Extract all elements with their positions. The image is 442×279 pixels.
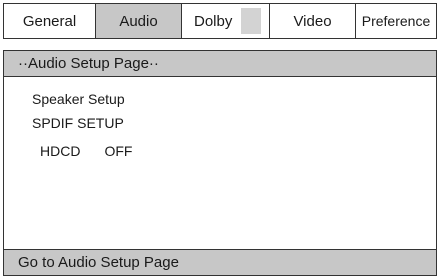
hdcd-row[interactable]: HDCD OFF [40, 143, 132, 159]
hdcd-label: HDCD [40, 143, 81, 159]
hdcd-value[interactable]: OFF [104, 143, 132, 159]
tab-dolby-label: Dolby [194, 12, 233, 30]
panel-header: ··Audio Setup Page·· [4, 51, 436, 77]
tab-preference[interactable]: Preference [356, 4, 436, 38]
tab-audio-label: Audio [119, 12, 158, 30]
tab-general[interactable]: General [4, 4, 96, 38]
tab-bar: General Audio Dolby Video Preference [3, 3, 437, 39]
menu-item-speaker-setup[interactable]: Speaker Setup [32, 91, 125, 107]
audio-setup-panel: ··Audio Setup Page·· Speaker Setup SPDIF… [3, 50, 437, 276]
tab-general-label: General [22, 12, 77, 30]
panel-title: ··Audio Setup Page·· [18, 55, 159, 72]
dolby-swatch [241, 8, 261, 34]
panel-body: Speaker Setup SPDIF SETUP HDCD OFF [4, 77, 436, 247]
tab-video[interactable]: Video [270, 4, 356, 38]
tab-preference-label: Preference [361, 13, 431, 29]
status-text: Go to Audio Setup Page [18, 254, 179, 271]
status-bar: Go to Audio Setup Page [4, 249, 436, 275]
menu-item-spdif-setup[interactable]: SPDIF SETUP [32, 115, 124, 131]
tab-audio[interactable]: Audio [96, 4, 182, 38]
tab-dolby[interactable]: Dolby [182, 4, 270, 38]
tab-video-label: Video [293, 12, 332, 30]
